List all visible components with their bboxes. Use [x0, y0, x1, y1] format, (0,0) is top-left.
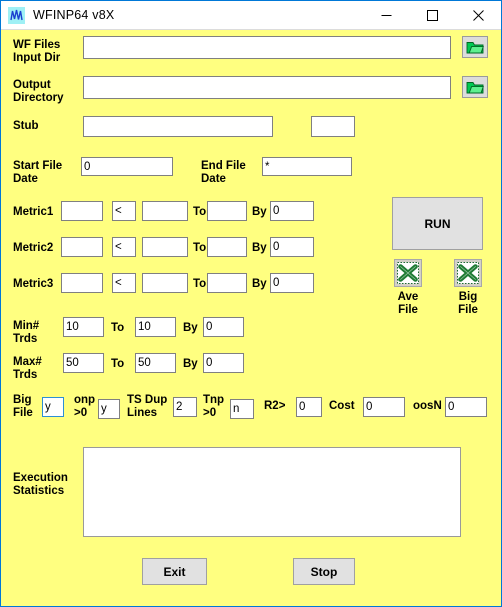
run-button[interactable]: RUN	[392, 197, 483, 250]
stop-button-label: Stop	[310, 564, 338, 579]
max-trds-label: Max# Trds	[13, 356, 42, 381]
oosn-label: oosN	[413, 400, 442, 412]
stub-extra-field[interactable]	[311, 116, 355, 137]
metric2-by-field[interactable]	[270, 237, 314, 257]
big-file-option-field[interactable]	[42, 397, 64, 417]
wf-files-browse-button[interactable]	[462, 36, 488, 58]
big-file-caption: Big File	[458, 291, 478, 316]
title-bar: WFINP64 v8X	[1, 1, 501, 30]
metric3-low-field[interactable]	[142, 273, 188, 293]
metric1-low-field[interactable]	[142, 201, 188, 221]
max-trds-to-field[interactable]	[135, 353, 176, 373]
execution-statistics-output[interactable]	[83, 447, 461, 537]
metric1-operator-field[interactable]	[112, 201, 136, 221]
output-directory-label: Output Directory	[13, 79, 64, 104]
wf-files-input-dir-label: WF Files Input Dir	[13, 39, 61, 64]
max-trds-from-field[interactable]	[63, 353, 104, 373]
r2-field[interactable]	[296, 397, 322, 417]
max-trds-to-label: To	[111, 358, 125, 370]
output-directory-browse-button[interactable]	[462, 76, 488, 98]
tnp-option-label: Tnp >0	[203, 394, 225, 419]
cost-field[interactable]	[363, 397, 405, 417]
stub-label: Stub	[13, 120, 39, 132]
run-button-label: RUN	[424, 216, 451, 231]
stub-field[interactable]	[83, 116, 273, 137]
metric3-to-label: To	[193, 278, 207, 290]
excel-icon	[397, 262, 419, 284]
excel-icon	[457, 262, 479, 284]
metric3-by-field[interactable]	[270, 273, 314, 293]
tnp-option-field[interactable]	[230, 399, 254, 419]
metric1-by-label: By	[252, 206, 267, 218]
waveform-icon	[8, 6, 25, 24]
metric2-operator-field[interactable]	[112, 237, 136, 257]
window-controls	[363, 1, 501, 29]
end-file-date-field[interactable]	[262, 157, 352, 176]
max-trds-by-label: By	[183, 358, 198, 370]
close-button[interactable]	[455, 1, 501, 29]
ts-dup-lines-label: TS Dup Lines	[127, 394, 168, 419]
metric2-name-field[interactable]	[61, 237, 103, 257]
metric3-label: Metric3	[13, 278, 54, 290]
metric3-high-field[interactable]	[207, 273, 247, 293]
metric1-high-field[interactable]	[207, 201, 247, 221]
start-file-date-field[interactable]	[81, 157, 173, 176]
metric2-by-label: By	[252, 242, 267, 254]
end-file-date-label: End File Date	[201, 160, 246, 185]
start-file-date-label: Start File Date	[13, 160, 63, 185]
output-directory-field[interactable]	[83, 76, 451, 99]
r2-label: R2>	[264, 400, 286, 412]
application-window: WFINP64 v8X WF Files Input Dir Output Di…	[0, 0, 502, 607]
big-file-button[interactable]	[454, 259, 482, 287]
exit-button-label: Exit	[163, 564, 186, 579]
metric3-name-field[interactable]	[61, 273, 103, 293]
metric2-to-label: To	[193, 242, 207, 254]
maximize-button[interactable]	[409, 1, 455, 29]
min-trds-from-field[interactable]	[63, 317, 104, 337]
min-trds-to-field[interactable]	[135, 317, 176, 337]
metric1-name-field[interactable]	[61, 201, 103, 221]
metric1-to-label: To	[193, 206, 207, 218]
minimize-button[interactable]	[363, 1, 409, 29]
metric1-by-field[interactable]	[270, 201, 314, 221]
ave-file-button[interactable]	[394, 259, 422, 287]
min-trds-to-label: To	[111, 322, 125, 334]
metric1-label: Metric1	[13, 206, 54, 218]
metric2-low-field[interactable]	[142, 237, 188, 257]
oosn-field[interactable]	[445, 397, 487, 417]
max-trds-by-field[interactable]	[203, 353, 244, 373]
min-trds-by-field[interactable]	[203, 317, 244, 337]
metric2-high-field[interactable]	[207, 237, 247, 257]
exit-button[interactable]: Exit	[142, 558, 207, 585]
stop-button[interactable]: Stop	[293, 558, 355, 585]
folder-icon	[466, 41, 484, 53]
metric3-operator-field[interactable]	[112, 273, 136, 293]
folder-icon	[466, 81, 484, 93]
big-file-option-label: Big File	[13, 394, 33, 419]
onp-option-field[interactable]	[98, 399, 120, 419]
min-trds-by-label: By	[183, 322, 198, 334]
window-title: WFINP64 v8X	[33, 8, 115, 22]
wf-files-input-dir-field[interactable]	[83, 36, 451, 59]
metric3-by-label: By	[252, 278, 267, 290]
ave-file-caption: Ave File	[397, 291, 419, 316]
execution-statistics-label: Execution Statistics	[13, 472, 68, 497]
ts-dup-lines-field[interactable]	[173, 397, 197, 417]
cost-label: Cost	[329, 400, 355, 412]
metric2-label: Metric2	[13, 242, 54, 254]
min-trds-label: Min# Trds	[13, 320, 40, 345]
